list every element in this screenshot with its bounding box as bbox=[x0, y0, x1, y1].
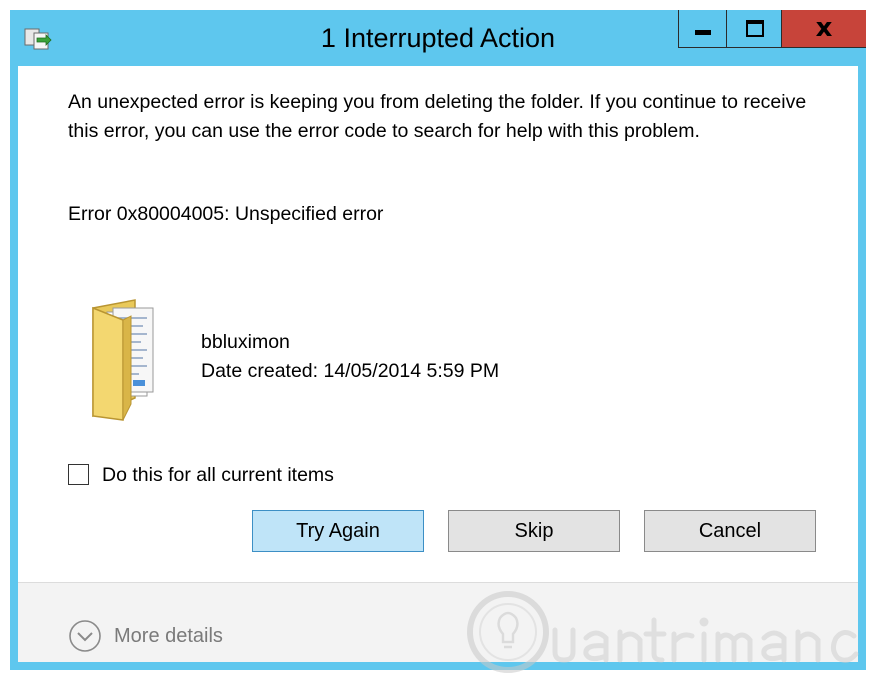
chevron-down-circle-icon[interactable] bbox=[68, 619, 102, 653]
try-again-button[interactable]: Try Again bbox=[252, 510, 424, 552]
error-message: An unexpected error is keeping you from … bbox=[68, 91, 807, 142]
folder-icon bbox=[92, 299, 154, 421]
maximize-button[interactable] bbox=[727, 10, 782, 48]
watermark-logo bbox=[467, 591, 859, 673]
more-details-link[interactable]: More details bbox=[114, 625, 223, 648]
title-bar[interactable]: 1 Interrupted Action x bbox=[10, 10, 866, 66]
minimize-icon bbox=[695, 30, 711, 35]
apply-all-label[interactable]: Do this for all current items bbox=[102, 463, 334, 487]
dialog-window: 1 Interrupted Action x An unexpected err… bbox=[10, 10, 866, 670]
minimize-button[interactable] bbox=[678, 10, 727, 48]
error-code: Error 0x80004005: Unspecified error bbox=[68, 203, 384, 225]
cancel-button[interactable]: Cancel bbox=[644, 510, 816, 552]
apply-all-checkbox[interactable] bbox=[68, 464, 89, 485]
item-name: bbluximon bbox=[201, 331, 290, 353]
maximize-icon bbox=[746, 20, 764, 37]
close-button[interactable]: x bbox=[782, 10, 866, 48]
close-icon: x bbox=[815, 13, 833, 43]
dialog-body: An unexpected error is keeping you from … bbox=[18, 66, 858, 662]
item-date-created: Date created: 14/05/2014 5:59 PM bbox=[201, 360, 500, 382]
skip-button[interactable]: Skip bbox=[448, 510, 620, 552]
